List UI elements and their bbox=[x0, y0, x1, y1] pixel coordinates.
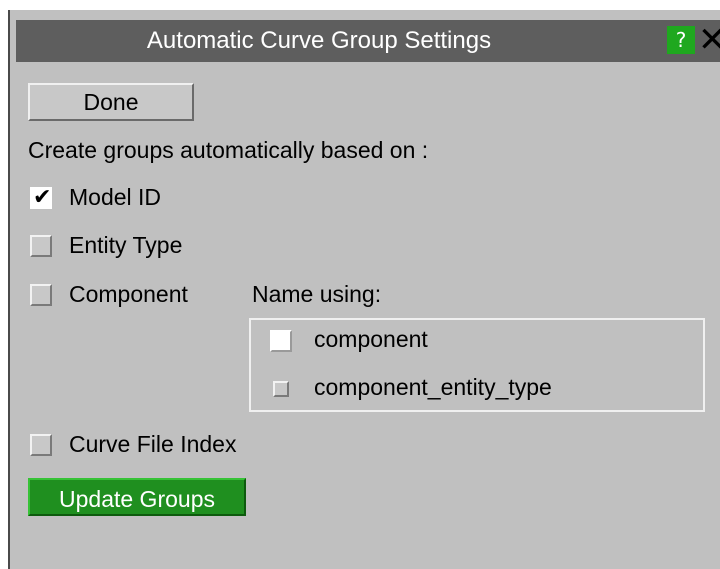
model-id-checkbox[interactable]: ✔ bbox=[30, 187, 52, 209]
name-using-label: Name using: bbox=[252, 281, 382, 307]
entity-type-label: Entity Type bbox=[69, 232, 183, 258]
name-component-label: component bbox=[314, 326, 428, 352]
group-prompt-label: Create groups automatically based on : bbox=[28, 137, 429, 163]
name-component-entity-type-label: component_entity_type bbox=[314, 374, 552, 400]
name-component-option[interactable] bbox=[270, 330, 292, 352]
window-title: Automatic Curve Group Settings bbox=[146, 27, 492, 54]
component-label: Component bbox=[69, 281, 188, 307]
curve-file-index-label: Curve File Index bbox=[69, 431, 237, 457]
component-checkbox[interactable] bbox=[30, 284, 52, 306]
title-bar: Automatic Curve Group Settings ? ✕ bbox=[16, 20, 720, 62]
name-component-entity-type-option[interactable] bbox=[273, 381, 289, 397]
done-button[interactable]: Done bbox=[28, 83, 194, 121]
checkmark-icon: ✔ bbox=[33, 185, 52, 210]
entity-type-checkbox[interactable] bbox=[30, 235, 52, 257]
help-icon[interactable]: ? bbox=[667, 26, 695, 54]
update-groups-button[interactable]: Update Groups bbox=[28, 478, 246, 516]
curve-file-index-checkbox[interactable] bbox=[30, 434, 52, 456]
close-icon[interactable]: ✕ bbox=[698, 23, 720, 57]
model-id-label: Model ID bbox=[69, 184, 162, 210]
